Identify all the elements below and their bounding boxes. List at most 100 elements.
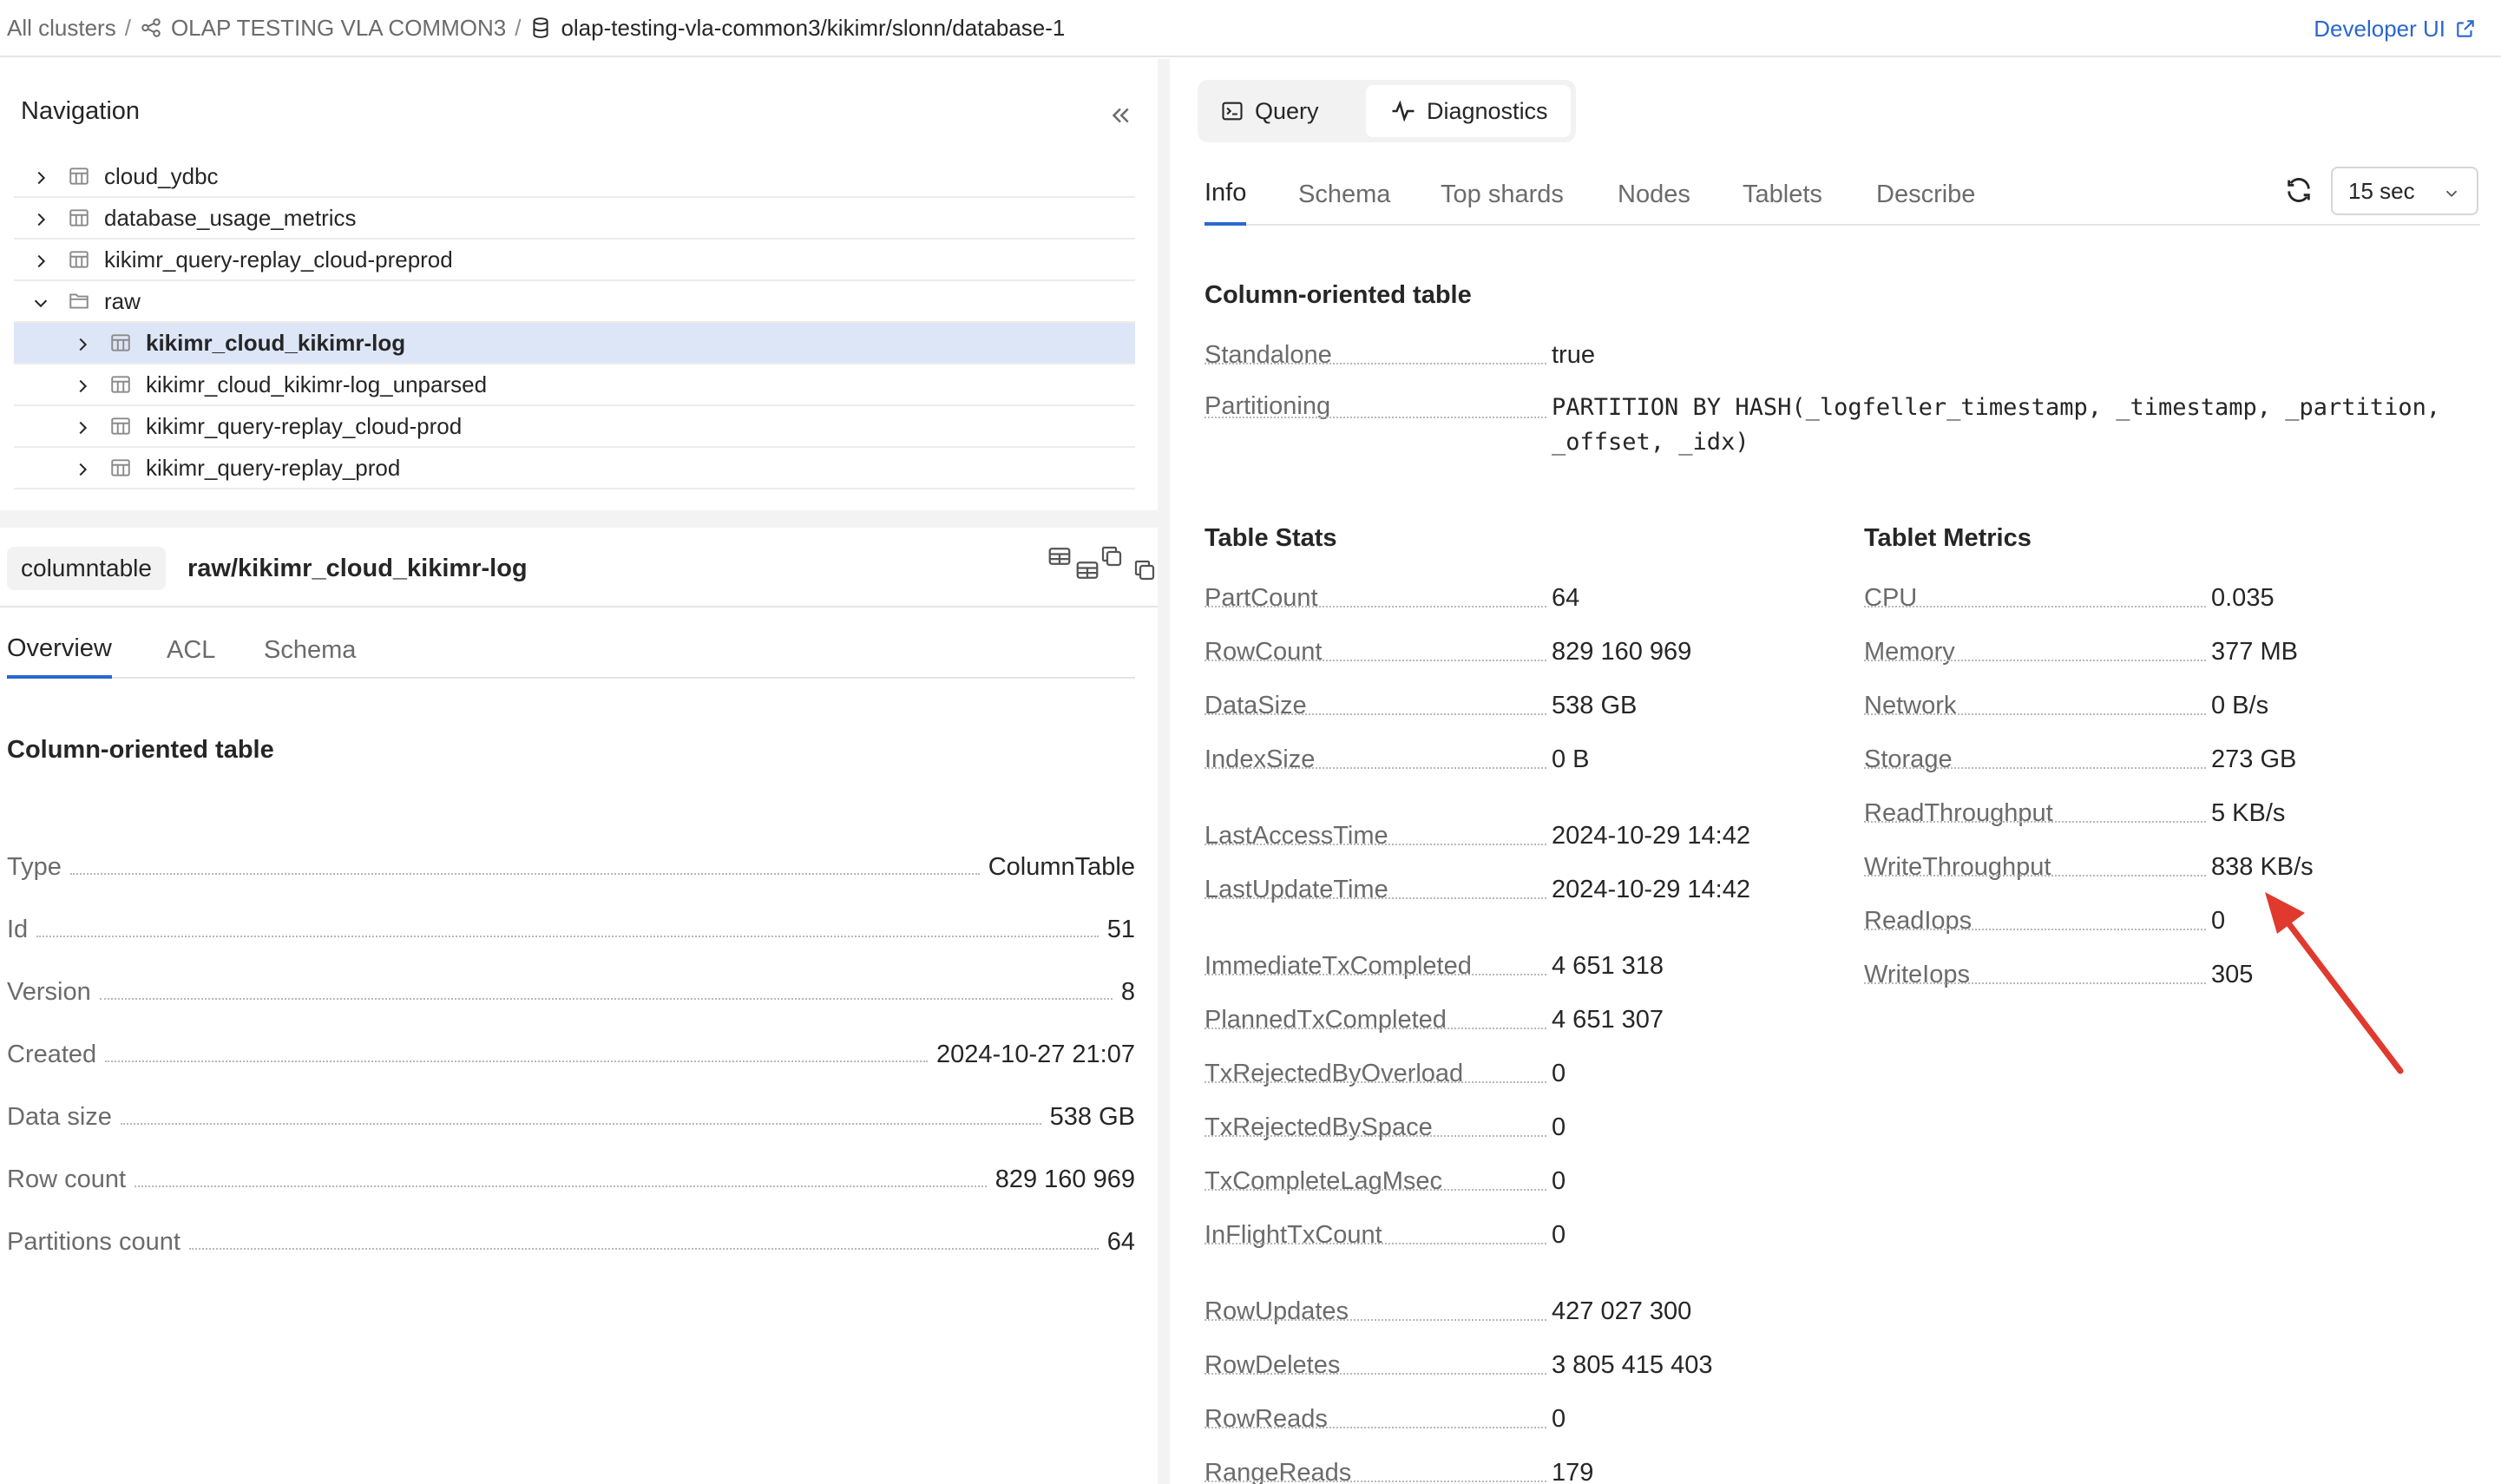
tree-item[interactable]: kikimr_query-replay_prod [14, 448, 1135, 489]
info-value: 0 [1552, 1167, 1566, 1195]
tab-describe[interactable]: Describe [1876, 163, 1975, 226]
collapse-icon[interactable] [1107, 102, 1133, 128]
info-key: TxCompleteLagMsec [1205, 1167, 1442, 1195]
overview-key: Row count [7, 1166, 127, 1193]
info-key: PlannedTxCompleted [1205, 1006, 1447, 1034]
object-path: raw/kikimr_cloud_kikimr-log [187, 554, 528, 582]
partitioning-row: Partitioning PARTITION BY HASH(_logfeller… [1205, 392, 2489, 465]
overview-key: Type [7, 853, 62, 881]
tablet-metrics-row: WriteThroughput 838 KB/s [1864, 850, 2350, 885]
table-preview-icon[interactable] [1074, 557, 1100, 583]
info-value: 0 [1552, 1405, 1566, 1433]
developer-ui-link[interactable]: Developer UI [2314, 0, 2477, 57]
table-icon [109, 373, 132, 396]
chevron-right-icon[interactable] [31, 167, 50, 186]
breadcrumb-database[interactable]: olap-testing-vla-common3/kikimr/slonn/da… [529, 15, 1065, 42]
leader-dots [1205, 1135, 1546, 1137]
mode-switch: Query Diagnostics [1198, 80, 1576, 142]
tab-overview[interactable]: Overview [7, 621, 112, 679]
chevron-right-icon[interactable] [73, 333, 92, 352]
table-stats-row: RangeReads 179 [1205, 1456, 1690, 1484]
chevron-right-icon[interactable] [31, 208, 50, 227]
tree-item-label: kikimr_cloud_kikimr-log_unparsed [146, 371, 488, 397]
table-preview-icon[interactable] [1047, 543, 1073, 569]
table-stats-title: Table Stats [1205, 524, 1337, 552]
info-value: 5 KB/s [2211, 799, 2286, 827]
tab-nodes[interactable]: Nodes [1618, 163, 1690, 226]
info-value: 0 [1552, 1060, 1566, 1087]
copy-icon[interactable] [1132, 557, 1158, 583]
tree-item[interactable]: cloud_ydbc [14, 156, 1135, 198]
tab-top-shards[interactable]: Top shards [1441, 163, 1564, 226]
table-stats-row: TxCompleteLagMsec 0 [1205, 1165, 1690, 1199]
tab-info[interactable]: Info [1205, 163, 1247, 226]
tree-item[interactable]: raw [14, 281, 1135, 323]
leader-dots [120, 1123, 1041, 1125]
info-key: DataSize [1205, 692, 1307, 719]
chevron-right-icon[interactable] [73, 375, 92, 394]
info-value: 838 KB/s [2211, 853, 2314, 881]
navigation-tree: cloud_ydbc database_usage_metrics kikimr_q… [14, 156, 1135, 489]
pulse-icon [1392, 100, 1415, 122]
leader-dots [1205, 767, 1546, 769]
overview-title: Column-oriented table [7, 736, 274, 764]
external-link-icon [2457, 20, 2474, 37]
info-key: CPU [1864, 584, 1918, 612]
tree-item[interactable]: kikimr_query-replay_cloud-preprod [14, 240, 1135, 281]
tree-item[interactable]: kikimr_cloud_kikimr-log_unparsed [14, 364, 1135, 406]
refresh-icon[interactable] [2284, 175, 2314, 205]
overview-key: Id [7, 916, 29, 943]
chevron-right-icon[interactable] [31, 250, 50, 269]
tablet-metrics-row: Memory 377 MB [1864, 635, 2350, 670]
leader-dots [1864, 875, 2206, 877]
chevron-right-icon[interactable] [73, 458, 92, 477]
info-key: WriteThroughput [1864, 853, 2051, 881]
table-stats-row: RowUpdates 427 027 300 [1205, 1295, 1691, 1330]
table-stats-row: TxRejectedBySpace 0 [1205, 1111, 1690, 1146]
leader-dots [1205, 897, 1546, 899]
info-key: LastUpdateTime [1205, 876, 1388, 903]
overview-row: Version 8 [7, 972, 1135, 1007]
overview-key: Data size [7, 1103, 112, 1131]
leader-dots [1205, 844, 1546, 845]
info-value: 0 B [1552, 745, 1590, 773]
overview-value: ColumnTable [988, 853, 1135, 881]
info-value: 4 651 307 [1552, 1006, 1664, 1034]
info-key: RowDeletes [1205, 1351, 1341, 1379]
tab-schema[interactable]: Schema [1298, 163, 1390, 226]
partitioning-value: PARTITION BY HASH(_logfeller_timestamp, … [1552, 391, 2440, 460]
refresh-interval-select[interactable]: 15 sec [2331, 167, 2478, 215]
breadcrumb: All clusters / OLAP TESTING VLA COMMON3 … [0, 0, 2501, 57]
chevron-down-icon[interactable] [31, 292, 50, 311]
tree-item[interactable]: kikimr_cloud_kikimr-log [14, 323, 1135, 364]
overview-value: 8 [1120, 978, 1135, 1006]
leader-dots [105, 1060, 929, 1062]
horizontal-splitter[interactable] [0, 510, 1158, 528]
leader-dots [1205, 1081, 1546, 1083]
tab-tablets[interactable]: Tablets [1743, 163, 1822, 226]
info-value: 273 GB [2211, 745, 2297, 773]
query-button[interactable]: Query [1220, 85, 1376, 137]
tab-schema[interactable]: Schema [264, 621, 356, 679]
info-value: 0.035 [2211, 584, 2275, 612]
info-key: WriteIops [1864, 961, 1970, 988]
leader-dots [1205, 660, 1546, 661]
breadcrumb-cluster[interactable]: OLAP TESTING VLA COMMON3 [140, 15, 506, 42]
leader-dots [36, 936, 1099, 937]
tree-item-label: cloud_ydbc [104, 162, 219, 189]
vertical-splitter[interactable] [1158, 59, 1170, 1484]
left-panel: Navigation cloud_ydbc database_usage_metr… [0, 59, 1158, 1484]
tablet-metrics-title: Tablet Metrics [1864, 524, 2032, 552]
chevron-right-icon[interactable] [73, 417, 92, 436]
tablet-metrics-row: CPU 0.035 [1864, 581, 2350, 616]
leader-dots [1864, 929, 2206, 930]
tree-item[interactable]: database_usage_metrics [14, 198, 1135, 240]
tree-item[interactable]: kikimr_query-replay_cloud-prod [14, 406, 1135, 448]
tab-acl[interactable]: ACL [167, 621, 215, 679]
copy-path-icon[interactable] [1099, 543, 1125, 569]
breadcrumb-cluster-label: OLAP TESTING VLA COMMON3 [170, 14, 507, 41]
diagnostics-button[interactable]: Diagnostics [1366, 85, 1571, 137]
breadcrumb-all-clusters[interactable]: All clusters [7, 15, 116, 42]
leader-dots [1864, 821, 2206, 823]
table-icon [109, 332, 132, 354]
